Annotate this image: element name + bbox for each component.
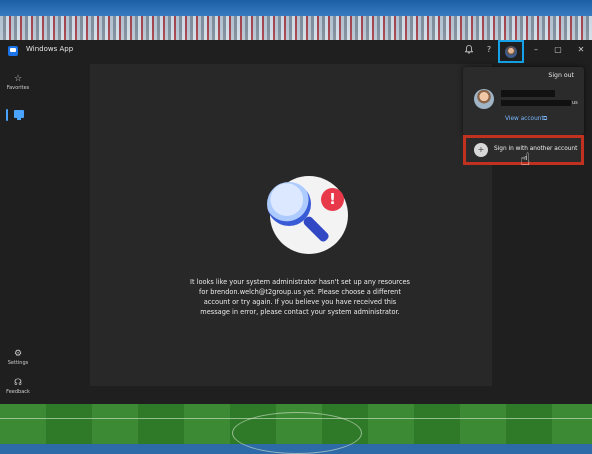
gear-icon: ⚙	[13, 349, 23, 359]
help-button[interactable]: ?	[483, 45, 495, 54]
alert-icon: !	[321, 188, 344, 211]
account-button[interactable]	[498, 40, 524, 63]
close-button[interactable]: ✕	[575, 45, 587, 54]
sidebar-item-label: Settings	[7, 360, 29, 366]
redacted-email	[501, 100, 571, 106]
avatar-icon	[505, 46, 517, 58]
active-indicator	[6, 109, 8, 121]
devices-icon[interactable]	[14, 110, 24, 120]
minimize-button[interactable]: –	[530, 45, 542, 54]
wallpaper-stadium-stand	[0, 16, 592, 42]
sidebar-item-settings[interactable]: ⚙ Settings	[0, 349, 36, 366]
maximize-button[interactable]: ▢	[552, 45, 564, 54]
pitch-center-circle	[232, 412, 362, 454]
bell-icon[interactable]	[463, 45, 475, 56]
email-suffix: us	[572, 100, 578, 106]
redacted-name	[501, 90, 555, 97]
windows-app-logo-icon	[8, 46, 18, 56]
sidebar-item-favorites[interactable]: ☆ Favorites	[0, 74, 36, 91]
external-link-icon: ⧉	[543, 115, 548, 122]
sign-out-link[interactable]: Sign out	[548, 72, 574, 79]
magnifier-icon	[267, 182, 311, 226]
account-flyout: Sign out us View account ⧉	[463, 67, 584, 135]
account-avatar	[474, 89, 494, 109]
sidebar-item-label: Favorites	[6, 85, 30, 91]
view-account-link[interactable]: View account	[505, 116, 544, 122]
add-user-icon: +	[474, 143, 488, 157]
feedback-icon: ☊	[14, 378, 22, 388]
sidebar-item-label: Feedback	[6, 389, 30, 395]
side-navigation: ☆ Favorites ⚙ Settings ☊ Feedback	[0, 62, 36, 404]
empty-state-message: It looks like your system administrator …	[190, 278, 410, 316]
hand-cursor-icon: ☝	[520, 150, 531, 170]
app-title: Windows App	[26, 45, 74, 53]
sign-in-another-label: Sign in with another account	[494, 146, 578, 152]
title-bar: Windows App ? – ▢ ✕	[0, 40, 592, 63]
star-icon: ☆	[13, 74, 23, 84]
sidebar-item-feedback[interactable]: ☊ Feedback	[0, 378, 36, 395]
main-content: ! It looks like your system administrato…	[90, 64, 492, 386]
